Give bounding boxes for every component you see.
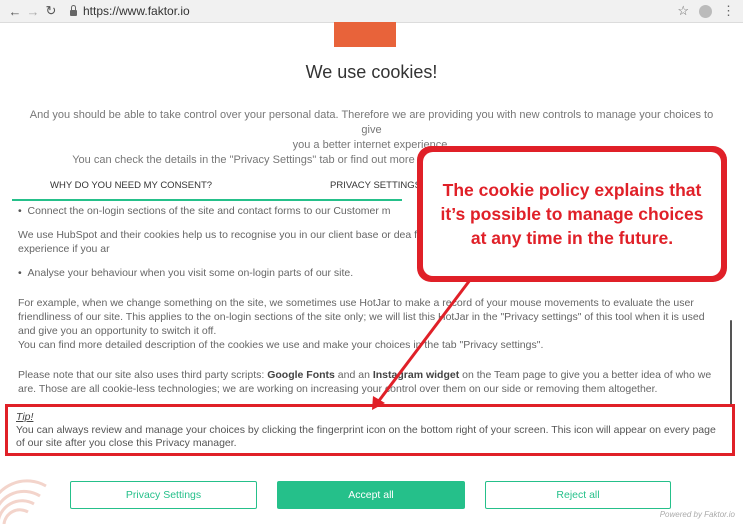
fingerprint-icon[interactable] bbox=[0, 470, 48, 524]
paragraph-hotjar-more: You can find more detailed description o… bbox=[18, 339, 544, 351]
paragraph-third-party: Please note that our site also uses thir… bbox=[18, 368, 723, 396]
tab-why-consent[interactable]: WHY DO YOU NEED MY CONSENT? bbox=[50, 180, 212, 191]
browser-toolbar: ← → ↻ https://www.faktor.io ☆ ⋮ bbox=[0, 0, 743, 23]
accept-all-button[interactable]: Accept all bbox=[277, 481, 465, 509]
instagram-widget-label: Instagram widget bbox=[372, 369, 460, 381]
scrollbar[interactable] bbox=[730, 320, 732, 405]
menu-icon[interactable]: ⋮ bbox=[722, 3, 735, 19]
privacy-settings-button[interactable]: Privacy Settings bbox=[70, 481, 257, 509]
third-party-text-c: and an bbox=[334, 369, 373, 381]
active-tab-indicator bbox=[12, 199, 402, 201]
bullet-icon: • bbox=[18, 205, 28, 217]
address-bar[interactable]: https://www.faktor.io bbox=[70, 4, 190, 18]
bullet-icon: • bbox=[18, 267, 28, 279]
annotation-callout: The cookie policy explains that it’s pos… bbox=[417, 146, 727, 282]
bullet-text-2: Analyse your behaviour when you visit so… bbox=[27, 267, 354, 279]
forward-icon[interactable]: → bbox=[24, 4, 42, 19]
back-icon[interactable]: ← bbox=[6, 4, 24, 19]
callout-text: The cookie policy explains that it’s pos… bbox=[423, 152, 721, 276]
tip-highlight-box: Tip! You can always review and manage yo… bbox=[5, 404, 735, 456]
list-item: • Analyse your behaviour when you visit … bbox=[18, 266, 353, 280]
url-text[interactable]: https://www.faktor.io bbox=[83, 4, 190, 18]
faktor-logo bbox=[334, 22, 396, 47]
paragraph-hotjar-text: For example, when we change something on… bbox=[18, 297, 705, 337]
reject-all-button[interactable]: Reject all bbox=[485, 481, 671, 509]
page-title: We use cookies! bbox=[305, 62, 438, 82]
tip-text: You can always review and manage your ch… bbox=[16, 424, 716, 449]
paragraph-hotjar: For example, when we change something on… bbox=[18, 296, 723, 352]
powered-by-link[interactable]: Powered by Faktor.io bbox=[660, 510, 735, 519]
profile-icon[interactable] bbox=[699, 4, 712, 18]
list-item: • Connect the on-login sections of the s… bbox=[18, 204, 391, 218]
bullet-text-1: Connect the on-login sections of the sit… bbox=[27, 205, 391, 217]
reload-icon[interactable]: ↻ bbox=[42, 3, 60, 19]
tab-privacy-settings[interactable]: PRIVACY SETTINGS bbox=[330, 180, 421, 191]
tip-title: Tip! bbox=[16, 411, 34, 423]
star-icon[interactable]: ☆ bbox=[677, 3, 689, 19]
intro-line-1: And you should be able to take control o… bbox=[29, 109, 714, 136]
google-fonts-label: Google Fonts bbox=[267, 369, 335, 381]
lock-icon bbox=[70, 5, 77, 16]
third-party-text-a: Please note that our site also uses thir… bbox=[18, 369, 268, 381]
